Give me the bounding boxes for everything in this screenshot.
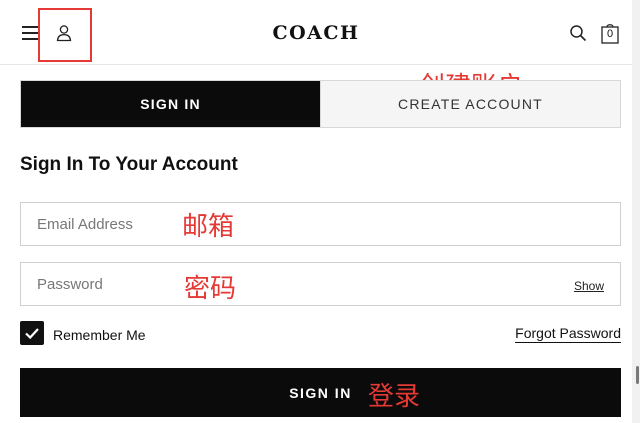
password-field[interactable]: Password Show [20, 262, 621, 306]
search-icon[interactable] [569, 24, 587, 42]
sign-in-button[interactable]: SIGN IN [20, 368, 621, 417]
scrollbar-thumb[interactable] [636, 366, 639, 384]
show-password-link[interactable]: Show [574, 279, 604, 293]
annotation-login: 登录 [368, 382, 421, 412]
email-placeholder: Email Address [37, 216, 133, 233]
auth-tabs: SIGN IN CREATE ACCOUNT [20, 80, 621, 128]
annotation-email: 邮箱 [182, 212, 235, 242]
checkmark-icon [25, 328, 39, 340]
page-title: Sign In To Your Account [20, 154, 238, 175]
tab-create-account[interactable]: CREATE ACCOUNT [320, 81, 620, 127]
tab-sign-in[interactable]: SIGN IN [21, 81, 320, 127]
scrollbar[interactable] [632, 0, 640, 423]
remember-me-label: Remember Me [53, 327, 146, 343]
sign-in-button-label: SIGN IN [289, 384, 352, 401]
password-placeholder: Password [37, 276, 103, 293]
sign-in-page: COACH 0 创建账户 SIGN IN CREATE ACCOUNT Sign… [0, 0, 632, 423]
annotation-password: 密码 [184, 274, 237, 304]
coach-logo[interactable]: COACH [0, 22, 632, 44]
forgot-password-link[interactable]: Forgot Password [515, 325, 621, 343]
site-header: COACH 0 [0, 0, 632, 65]
bag-count: 0 [606, 28, 614, 40]
email-field[interactable]: Email Address [20, 202, 621, 246]
remember-me-checkbox[interactable] [20, 321, 44, 345]
